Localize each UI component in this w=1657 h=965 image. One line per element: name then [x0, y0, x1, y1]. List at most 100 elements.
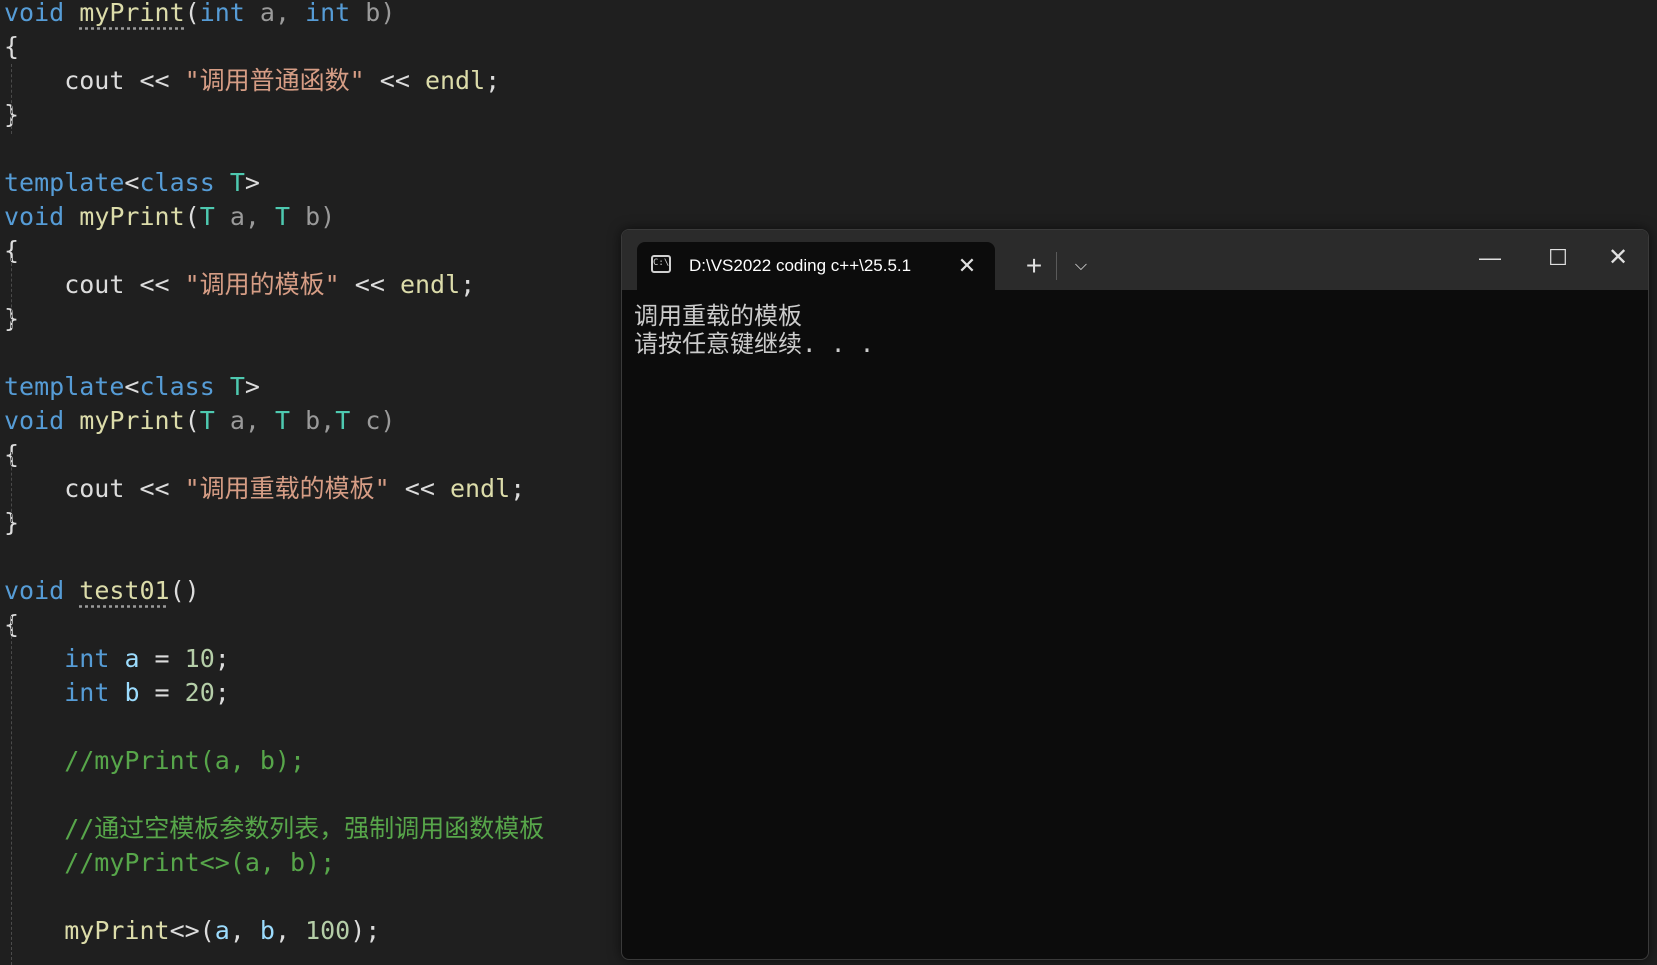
code-token: , — [229, 916, 260, 945]
code-token: class — [139, 168, 215, 197]
console-window[interactable]: C:\ D:\VS2022 coding c++\25.5.1 ✕ + ⌵ — … — [621, 229, 1649, 960]
code-token: <>( — [169, 916, 215, 945]
code-token: = — [139, 644, 185, 673]
code-token: T — [335, 406, 351, 435]
code-line[interactable]: { — [4, 30, 19, 64]
indent-guide — [11, 452, 12, 522]
code-token: endl — [399, 270, 461, 299]
code-token: ; — [214, 678, 230, 707]
indent-guide — [11, 64, 12, 134]
tab-title: D:\VS2022 coding c++\25.5.1 — [689, 256, 912, 275]
code-line[interactable]: //通过空模板参数列表，强制调用函数模板 — [4, 812, 544, 846]
code-token: "调用的模板" — [184, 270, 340, 299]
code-token: cout << — [4, 474, 185, 503]
code-line[interactable]: cout << "调用的模板" << endl; — [4, 268, 475, 302]
code-line[interactable]: //myPrint(a, b); — [4, 744, 305, 778]
code-token: int — [64, 678, 110, 707]
code-token: < — [124, 372, 140, 401]
code-line[interactable]: cout << "调用普通函数" << endl; — [4, 64, 500, 98]
code-line[interactable]: int b = 20; — [4, 676, 230, 710]
code-token: template — [4, 372, 125, 401]
code-token: b — [124, 678, 140, 707]
code-token: "调用重载的模板" — [184, 474, 390, 503]
code-line[interactable]: template<class T> — [4, 370, 260, 404]
code-token: int — [199, 0, 245, 27]
console-output: 调用重载的模板 请按任意键继续. . . — [634, 302, 874, 358]
code-token: ( — [184, 0, 200, 27]
console-tab[interactable]: C:\ D:\VS2022 coding c++\25.5.1 ✕ — [637, 242, 995, 290]
code-token: < — [124, 168, 140, 197]
code-line[interactable]: cout << "调用重载的模板" << endl; — [4, 472, 525, 506]
code-token: void — [4, 0, 65, 27]
code-token: cout << — [4, 66, 185, 95]
code-token: myPrint — [79, 0, 185, 27]
code-token: T — [229, 168, 245, 197]
code-line[interactable]: void myPrint(int a, int b) — [4, 0, 395, 30]
code-line[interactable]: //myPrint<>(a, b); — [4, 846, 335, 880]
maximize-button[interactable]: ☐ — [1528, 236, 1588, 280]
code-token: int — [64, 644, 110, 673]
code-token: ); — [350, 916, 381, 945]
code-token: T — [229, 372, 245, 401]
code-token: b, — [290, 406, 336, 435]
code-token: //myPrint<>(a, b); — [4, 848, 336, 877]
code-token: , — [274, 916, 306, 945]
code-token: ; — [460, 270, 476, 299]
code-token: << — [339, 270, 400, 299]
console-output-line: 调用重载的模板 — [634, 302, 802, 330]
code-token: //myPrint(a, b); — [4, 746, 306, 775]
code-line[interactable]: void myPrint(T a, T b) — [4, 200, 335, 234]
code-line[interactable]: void test01() — [4, 574, 200, 608]
chevron-down-icon[interactable]: ⌵ — [1059, 244, 1103, 288]
code-token: ; — [214, 644, 230, 673]
console-titlebar[interactable]: C:\ D:\VS2022 coding c++\25.5.1 ✕ + ⌵ — … — [622, 230, 1648, 290]
minimize-button[interactable]: — — [1460, 236, 1520, 280]
new-tab-button[interactable]: + — [1012, 244, 1056, 288]
code-token: 10 — [184, 644, 215, 673]
code-token: T — [274, 406, 291, 435]
code-line[interactable]: template<class T> — [4, 166, 260, 200]
code-token: () — [169, 576, 200, 605]
code-token: T — [199, 406, 215, 435]
code-token: endl — [424, 66, 486, 95]
code-token: "调用普通函数" — [184, 66, 365, 95]
code-token: void — [4, 202, 65, 231]
code-token: template — [4, 168, 125, 197]
code-token: myPrint — [79, 202, 185, 231]
code-token: //通过空模板参数列表，强制调用函数模板 — [4, 814, 545, 843]
code-token: T — [199, 202, 215, 231]
code-token: myPrint — [79, 406, 185, 435]
code-token: void — [4, 406, 65, 435]
code-token: { — [4, 32, 20, 61]
code-token: << — [364, 66, 425, 95]
code-token: > — [244, 372, 260, 401]
code-line[interactable]: int a = 10; — [4, 642, 230, 676]
code-line[interactable]: myPrint<>(a, b, 100); — [4, 914, 380, 948]
code-token: myPrint — [64, 916, 170, 945]
close-tab-icon[interactable]: ✕ — [953, 252, 981, 280]
code-token: T — [274, 202, 291, 231]
code-token: test01 — [79, 576, 170, 605]
code-token: void — [4, 576, 65, 605]
close-window-button[interactable]: ✕ — [1588, 236, 1648, 280]
code-token: endl — [449, 474, 511, 503]
tab-separator — [1056, 252, 1057, 280]
code-token: a — [214, 916, 230, 945]
code-token: class — [139, 372, 215, 401]
code-token: b) — [290, 202, 336, 231]
code-line[interactable]: void myPrint(T a, T b,T c) — [4, 404, 395, 438]
code-token: 100 — [305, 916, 351, 945]
terminal-icon: C:\ — [651, 255, 671, 273]
code-token: > — [244, 168, 260, 197]
code-token: 20 — [184, 678, 215, 707]
indent-guide — [11, 258, 12, 328]
